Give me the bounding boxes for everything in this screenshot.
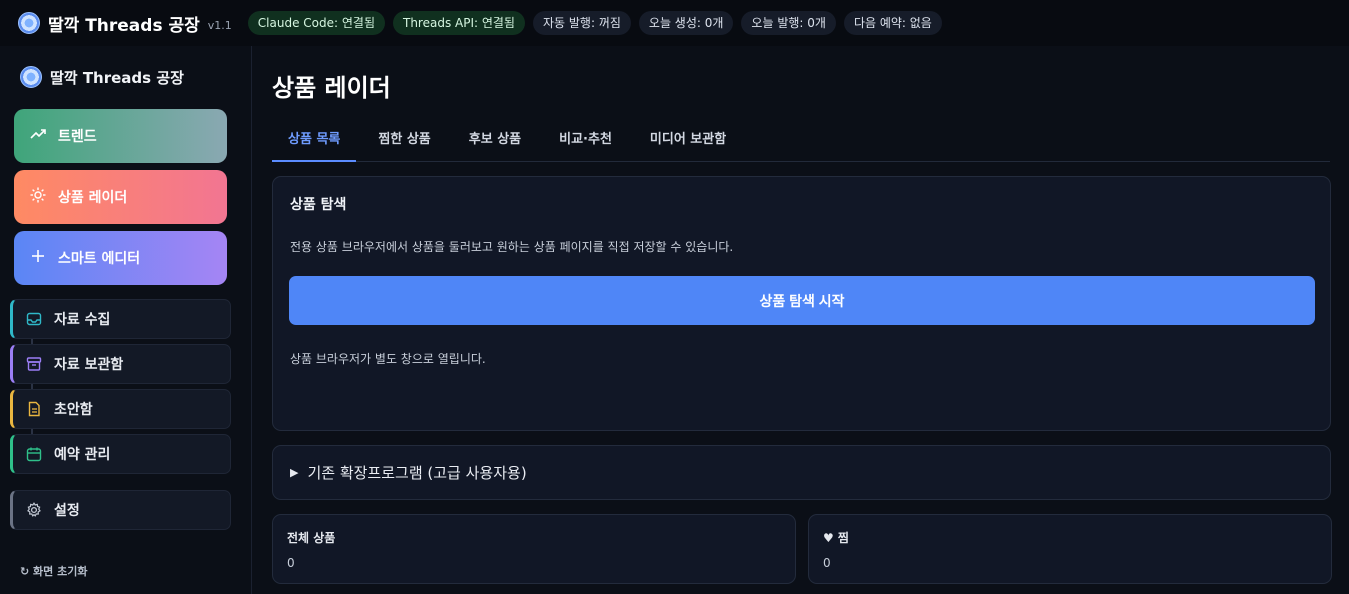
sidebar: 딸깍 Threads 공장 트렌드 상품 레이더 스마트 에디터 자료 수집 자… — [0, 46, 252, 594]
tab-liked-products[interactable]: 찜한 상품 — [362, 122, 446, 162]
product-search-description: 전용 상품 브라우저에서 상품을 둘러보고 원하는 상품 페이지를 직접 저장할… — [290, 240, 734, 254]
sidebar-item-archive[interactable]: 자료 보관함 — [10, 344, 231, 384]
sidebar-item-label: 설정 — [54, 503, 80, 519]
tab-media-archive[interactable]: 미디어 보관함 — [634, 122, 742, 162]
sidebar-brand: 딸깍 Threads 공장 — [20, 66, 184, 88]
top-bar: 딸깍 Threads 공장 v1.1 Claude Code: 연결됨 Thre… — [0, 0, 1349, 46]
gear-icon — [26, 502, 42, 518]
status-badge-auto-publish: 자동 발행: 꺼짐 — [532, 11, 631, 35]
tab-product-list[interactable]: 상품 목록 — [272, 122, 357, 162]
page-title: 상품 레이더 — [272, 74, 391, 102]
tab-compare-recommend[interactable]: 비교·추천 — [543, 122, 628, 162]
sidebar-item-label: 스마트 에디터 — [58, 251, 141, 267]
stat-total-products: 전체 상품 0 — [272, 514, 796, 584]
calendar-icon — [26, 446, 42, 462]
archive-icon — [26, 356, 42, 372]
file-icon — [26, 401, 42, 417]
reset-screen-link[interactable]: ↻ 화면 초기화 — [20, 563, 87, 579]
sidebar-item-smart-editor[interactable]: 스마트 에디터 — [14, 231, 227, 285]
app-version: v1.1 — [207, 18, 232, 32]
sidebar-item-settings[interactable]: 설정 — [10, 490, 231, 530]
status-badge-threads-api: Threads API: 연결됨 — [392, 11, 525, 35]
product-search-note: 상품 브라우저가 별도 창으로 열립니다. — [290, 352, 486, 366]
triangle-right-icon: ▶ — [290, 466, 299, 479]
stat-value: 0 — [823, 556, 831, 570]
status-badge-today-published: 오늘 발행: 0개 — [741, 11, 836, 35]
app-logo-icon — [18, 12, 40, 34]
tab-candidate-products[interactable]: 후보 상품 — [453, 122, 537, 162]
stat-label: 전체 상품 — [287, 531, 336, 545]
status-badge-today-created: 오늘 생성: 0개 — [638, 11, 734, 35]
app-title: 딸깍 Threads 공장 — [48, 15, 200, 36]
trending-up-icon — [30, 126, 46, 146]
sidebar-item-label: 트렌드 — [58, 129, 97, 145]
sidebar-item-label: 자료 수집 — [54, 312, 111, 328]
sidebar-item-label: 예약 관리 — [54, 447, 111, 463]
sidebar-logo-icon — [20, 66, 42, 88]
sidebar-item-trend[interactable]: 트렌드 — [14, 109, 227, 163]
plus-icon — [30, 248, 46, 268]
sidebar-item-drafts[interactable]: 초안함 — [10, 389, 231, 429]
legacy-extension-label: 기존 확장프로그램 (고급 사용자용) — [307, 464, 527, 482]
start-product-search-button[interactable]: 상품 탐색 시작 — [289, 276, 1315, 325]
status-badge-next-schedule: 다음 예약: 없음 — [843, 11, 942, 35]
sidebar-brand-label: 딸깍 Threads 공장 — [50, 68, 184, 87]
sidebar-item-collect[interactable]: 자료 수집 — [10, 299, 231, 339]
product-search-title: 상품 탐색 — [290, 197, 347, 213]
stat-liked: ♥ 찜 0 — [808, 514, 1332, 584]
stat-label: ♥ 찜 — [823, 531, 849, 545]
sidebar-item-label: 초안함 — [54, 402, 93, 418]
product-search-card: 상품 탐색 전용 상품 브라우저에서 상품을 둘러보고 원하는 상품 페이지를 … — [272, 176, 1331, 431]
legacy-extension-toggle[interactable]: ▶ 기존 확장프로그램 (고급 사용자용) — [272, 445, 1331, 500]
sidebar-item-product-radar[interactable]: 상품 레이더 — [14, 170, 227, 224]
sidebar-item-label: 상품 레이더 — [58, 190, 128, 206]
status-badge-claude: Claude Code: 연결됨 — [247, 11, 385, 35]
main-content: 상품 레이더 상품 목록 찜한 상품 후보 상품 비교·추천 미디어 보관함 상… — [253, 46, 1349, 594]
sidebar-item-label: 자료 보관함 — [54, 357, 124, 373]
status-badges: Claude Code: 연결됨 Threads API: 연결됨 자동 발행:… — [247, 11, 942, 35]
sidebar-item-schedule[interactable]: 예약 관리 — [10, 434, 231, 474]
tab-bar: 상품 목록 찜한 상품 후보 상품 비교·추천 미디어 보관함 — [272, 122, 1330, 162]
inbox-icon — [26, 311, 42, 327]
stat-value: 0 — [287, 556, 295, 570]
sun-icon — [30, 187, 46, 207]
